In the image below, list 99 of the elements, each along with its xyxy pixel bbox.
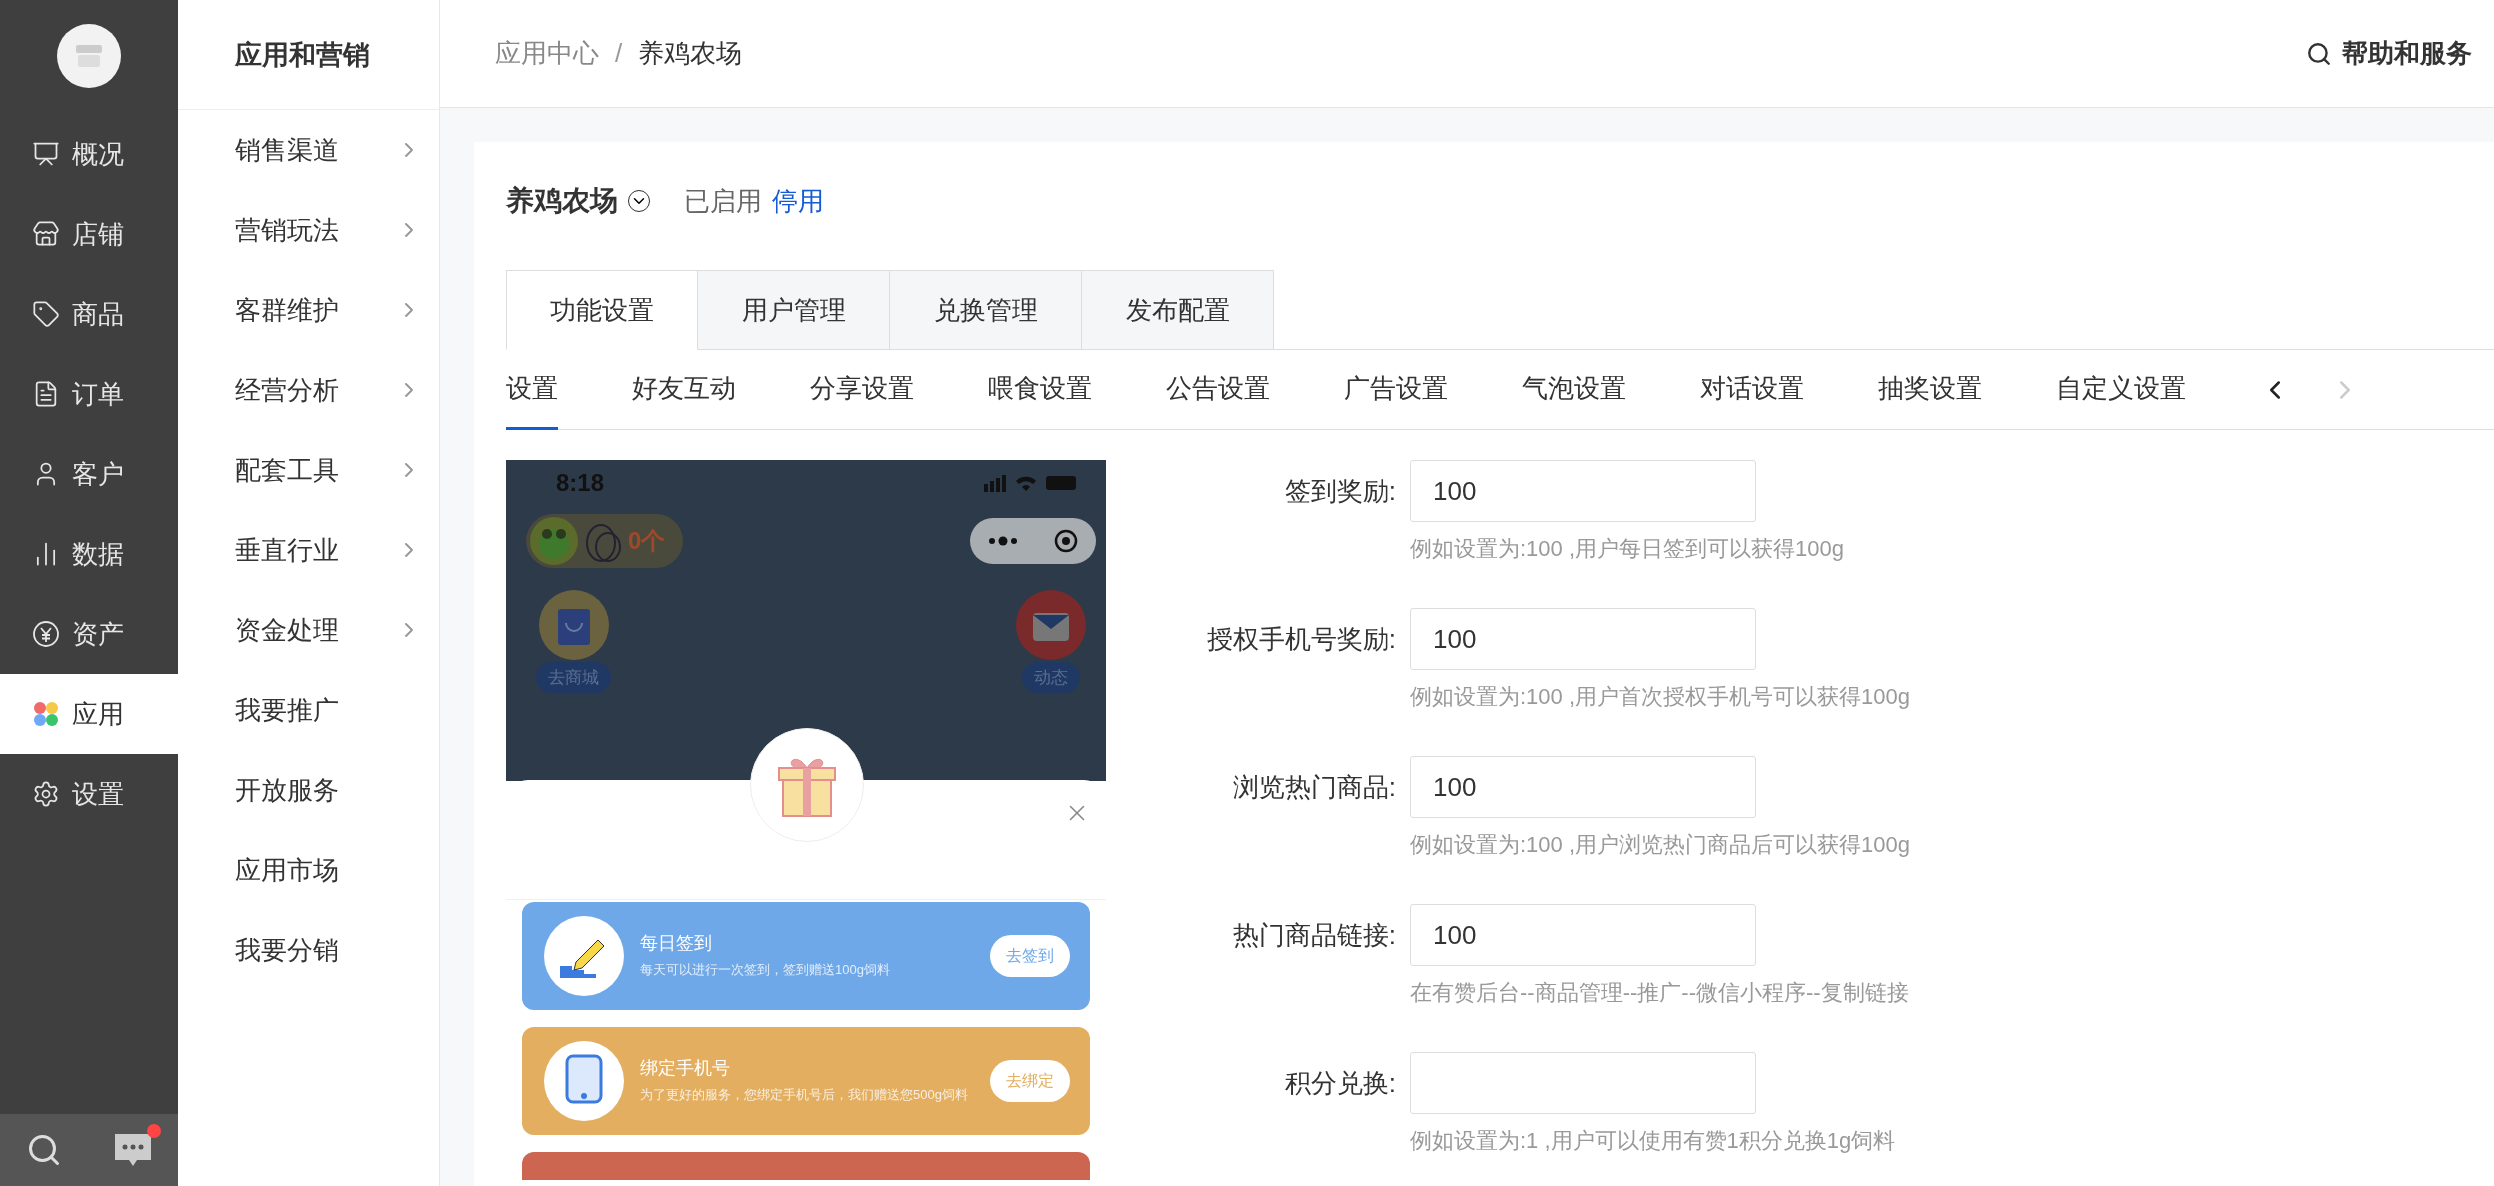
submenu-label: 配套工具 (235, 453, 339, 487)
submenu-label: 垂直行业 (235, 533, 339, 567)
nav-item[interactable]: 数据 (0, 514, 178, 594)
nav-label: 应用 (72, 697, 124, 731)
submenu-label: 我要分销 (235, 933, 339, 967)
tab[interactable]: 发布配置 (1082, 270, 1274, 350)
yen-icon (32, 620, 60, 648)
nav-label: 资产 (72, 617, 124, 651)
submenu-item[interactable]: 我要分销 (178, 910, 439, 990)
nav-item[interactable]: 订单 (0, 354, 178, 434)
nav-item[interactable]: 设置 (0, 754, 178, 834)
submenu-label: 销售渠道 (235, 133, 339, 167)
field-hint: 例如设置为:100 ,用户浏览热门商品后可以获得100g (1410, 831, 1910, 859)
submenu-label: 应用市场 (235, 853, 339, 887)
sub-tab[interactable]: 气泡设置 (1522, 349, 1626, 430)
breadcrumb-separator: / (615, 38, 623, 69)
signal-icon (984, 474, 1006, 492)
tab[interactable]: 功能设置 (506, 270, 698, 350)
egg-count: 0个 (628, 526, 666, 556)
nav-icon (32, 220, 60, 248)
breadcrumb-item: 养鸡农场 (638, 37, 743, 70)
status-time: 8:18 (556, 469, 605, 497)
submenu-label: 经营分析 (235, 373, 339, 407)
nav-item[interactable]: 资产 (0, 594, 178, 674)
task-description: 每天可以进行一次签到，签到赠送100g饲料 (640, 960, 891, 979)
submenu-label: 开放服务 (235, 773, 339, 807)
nav-item[interactable]: 概况 (0, 114, 178, 194)
submenu-label: 我要推广 (235, 693, 339, 727)
battery-icon (1046, 476, 1076, 490)
submenu-item[interactable]: 销售渠道 (178, 110, 439, 190)
nav-icon (32, 780, 60, 808)
input-field[interactable] (1410, 1052, 1756, 1114)
submenu-item[interactable]: 客群维护 (178, 270, 439, 350)
submenu-item[interactable]: 配套工具 (178, 430, 439, 510)
more-icon (988, 536, 1018, 546)
submenu-item[interactable]: 营销玩法 (178, 190, 439, 270)
submenu-title: 应用和营销 (178, 0, 439, 110)
sub-tab[interactable]: 自定义设置 (2056, 349, 2186, 430)
nav-item[interactable]: 店铺 (0, 194, 178, 274)
nav-label: 店铺 (72, 217, 124, 251)
input-field[interactable]: 100 (1410, 460, 1756, 522)
breadcrumb-item[interactable]: 应用中心 (495, 36, 599, 71)
sub-tab[interactable]: 公告设置 (1166, 349, 1270, 430)
submenu-item[interactable]: 垂直行业 (178, 510, 439, 590)
input-field[interactable]: 100 (1410, 756, 1756, 818)
disable-link[interactable]: 停用 (772, 183, 824, 219)
submenu-label: 资金处理 (235, 613, 339, 647)
task-title: 绑定手机号 (640, 1056, 731, 1080)
field-label: 热门商品链接: (1231, 918, 1396, 952)
nav-label: 概况 (72, 137, 124, 171)
nav-label: 数据 (72, 537, 124, 571)
submenu-item[interactable]: 资金处理 (178, 590, 439, 670)
tab[interactable]: 兑换管理 (890, 270, 1082, 350)
frog-avatar-icon (530, 517, 578, 565)
submenu-label: 客群维护 (235, 293, 339, 327)
nav-item[interactable]: 客户 (0, 434, 178, 514)
field-label: 签到奖励: (1283, 474, 1396, 508)
nav-icon (32, 300, 60, 328)
submenu-item[interactable]: 应用市场 (178, 830, 439, 910)
nav-icon (32, 140, 60, 168)
submenu-item[interactable]: 开放服务 (178, 750, 439, 830)
submenu-item[interactable]: 我要推广 (178, 670, 439, 750)
field-label: 浏览热门商品: (1231, 770, 1396, 804)
tab[interactable]: 用户管理 (698, 270, 890, 350)
app-status: 已启用 (684, 184, 762, 218)
apps-icon (32, 700, 60, 728)
sub-tab[interactable]: 喂食设置 (988, 349, 1092, 430)
field-hint: 例如设置为:100 ,用户每日签到可以获得100g (1410, 535, 1844, 563)
input-field[interactable]: 100 (1410, 608, 1756, 670)
target-icon (1054, 529, 1078, 553)
wifi-icon (1016, 475, 1036, 491)
help-link[interactable]: 帮助和服务 (2306, 36, 2472, 71)
task-description: 为了更好的服务，您绑定手机号后，我们赠送您500g饲料 (640, 1085, 969, 1104)
field-hint: 在有赞后台--商品管理--推广--微信小程序--复制链接 (1410, 979, 1909, 1007)
nav-label: 设置 (72, 777, 124, 811)
chat-icon[interactable] (112, 1132, 153, 1168)
nav-label: 客户 (72, 457, 124, 491)
sub-tab[interactable]: 抽奖设置 (1878, 349, 1982, 430)
field-label: 授权手机号奖励: (1205, 622, 1396, 656)
nav-item[interactable]: 商品 (0, 274, 178, 354)
submenu-label: 营销玩法 (235, 213, 339, 247)
sub-tab[interactable]: 分享设置 (810, 349, 914, 430)
sub-tab[interactable]: 好友互动 (632, 349, 736, 430)
submenu-item[interactable]: 经营分析 (178, 350, 439, 430)
field-hint: 例如设置为:1 ,用户可以使用有赞1积分兑换1g饲料 (1410, 1127, 1896, 1155)
nav-label: 订单 (72, 377, 124, 411)
nav-item[interactable]: 应用 (0, 674, 178, 754)
field-hint: 例如设置为:100 ,用户首次授权手机号可以获得100g (1410, 683, 1910, 711)
sub-tab[interactable]: 设置 (506, 349, 558, 430)
search-icon (2306, 40, 2332, 67)
field-label: 积分兑换: (1283, 1066, 1396, 1100)
mini-program-capsule[interactable] (970, 518, 1096, 564)
store-icon (74, 43, 104, 69)
app-name: 养鸡农场 (506, 184, 618, 218)
sub-tab[interactable]: 对话设置 (1700, 349, 1804, 430)
task-title: 每日签到 (640, 931, 713, 955)
sub-tab[interactable]: 广告设置 (1344, 349, 1448, 430)
input-field[interactable]: 100 (1410, 904, 1756, 966)
nav-label: 商品 (72, 297, 124, 331)
